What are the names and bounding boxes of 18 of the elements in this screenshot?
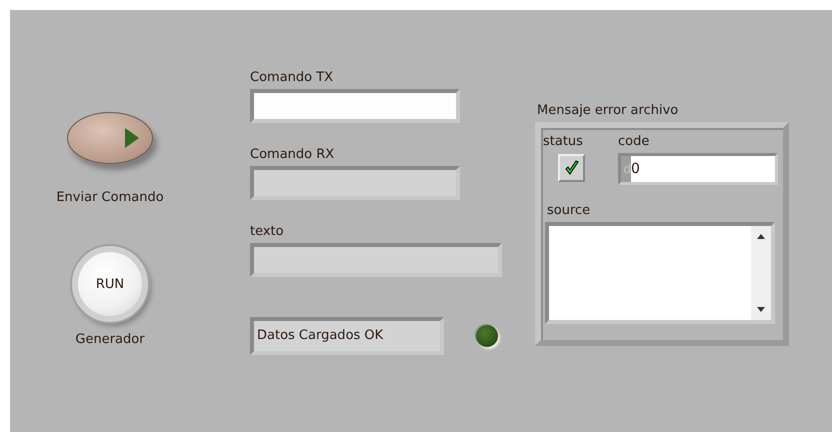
status-label: status bbox=[543, 134, 583, 150]
status-checkbox[interactable] bbox=[558, 154, 585, 182]
status-field: Datos Cargados OK bbox=[250, 317, 444, 355]
play-button[interactable] bbox=[67, 112, 153, 164]
cluster-title: Mensaje error archivo bbox=[537, 103, 678, 119]
source-text-box[interactable] bbox=[545, 222, 775, 324]
source-label: source bbox=[547, 203, 592, 219]
run-button[interactable]: RUN bbox=[72, 246, 148, 322]
field-label: Comando RX bbox=[250, 147, 334, 163]
field-label: texto bbox=[250, 224, 284, 240]
code-label: code bbox=[618, 134, 650, 150]
scroll-bar[interactable] bbox=[751, 226, 771, 320]
check-icon bbox=[564, 160, 580, 176]
field-label: Comando TX bbox=[250, 70, 334, 86]
button-label: Enviar Comando bbox=[56, 190, 164, 206]
input-field[interactable] bbox=[250, 89, 460, 123]
play-icon bbox=[124, 127, 140, 149]
button-label: Generador bbox=[75, 332, 145, 348]
